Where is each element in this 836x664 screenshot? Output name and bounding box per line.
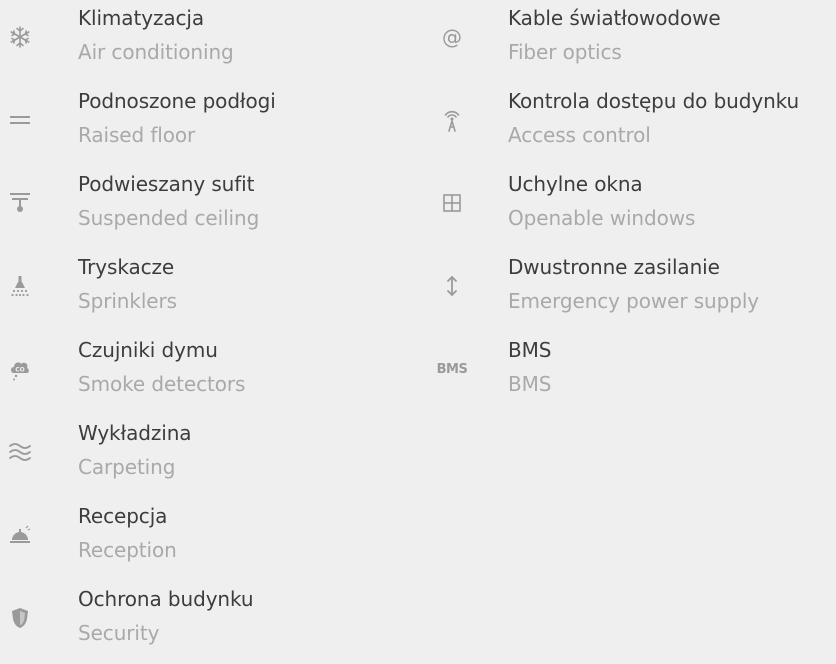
- amenity-name: Klimatyzacja: [78, 6, 205, 30]
- sprinkler-icon: [0, 269, 44, 303]
- amenity-name: Podwieszany sufit: [78, 172, 255, 196]
- amenity-air-conditioning: Klimatyzacja Air conditioning: [0, 0, 420, 83]
- shield-icon: [0, 601, 44, 635]
- amenity-emergency-power: Dwustronne zasilanie Emergency power sup…: [430, 249, 836, 332]
- amenity-translation: Smoke detectors: [78, 372, 246, 396]
- svg-text:CO: CO: [15, 367, 25, 374]
- amenity-security: Ochrona budynku Security: [0, 581, 420, 664]
- amenity-translation: Access control: [508, 123, 651, 147]
- snowflake-icon: [0, 20, 44, 54]
- amenity-translation: Emergency power supply: [508, 289, 760, 313]
- amenity-translation: Carpeting: [78, 455, 176, 479]
- reception-bell-icon: [0, 518, 44, 552]
- amenity-openable-windows: Uchylne okna Openable windows: [430, 166, 836, 249]
- amenity-translation: BMS: [508, 372, 552, 396]
- amenity-name: Podnoszone podłogi: [78, 89, 276, 113]
- amenity-translation: Security: [78, 621, 160, 645]
- antenna-icon: [428, 103, 476, 137]
- amenity-translation: Openable windows: [508, 206, 696, 230]
- amenities-right-column: @ Kable światłowodowe Fiber optics Kontr…: [430, 0, 836, 415]
- bms-icon-label: BMS: [436, 361, 468, 377]
- amenity-sprinklers: Tryskacze Sprinklers: [0, 249, 420, 332]
- amenity-translation: Reception: [78, 538, 177, 562]
- amenity-translation: Air conditioning: [78, 40, 234, 64]
- amenity-bms: BMS BMS BMS: [430, 332, 836, 415]
- amenity-reception: Recepcja Reception: [0, 498, 420, 581]
- carpet-waves-icon: [0, 435, 44, 469]
- smoke-detector-icon: CO: [0, 352, 44, 386]
- amenities-left-column: Klimatyzacja Air conditioning Podnoszone…: [0, 0, 420, 664]
- amenity-name: Kontrola dostępu do budynku: [508, 89, 800, 113]
- amenity-name: Uchylne okna: [508, 172, 643, 196]
- amenity-translation: Suspended ceiling: [78, 206, 260, 230]
- svg-text:@: @: [442, 25, 462, 49]
- amenity-fiber-optics: @ Kable światłowodowe Fiber optics: [430, 0, 836, 83]
- bms-icon: BMS: [428, 352, 476, 386]
- amenity-name: BMS: [508, 338, 552, 362]
- amenity-smoke-detectors: CO Czujniki dymu Smoke detectors: [0, 332, 420, 415]
- amenity-suspended-ceiling: Podwieszany sufit Suspended ceiling: [0, 166, 420, 249]
- up-down-arrow-icon: [428, 269, 476, 303]
- amenity-name: Tryskacze: [78, 255, 175, 279]
- window-icon: [428, 186, 476, 220]
- amenity-name: Dwustronne zasilanie: [508, 255, 720, 279]
- amenity-name: Ochrona budynku: [78, 587, 254, 611]
- amenity-name: Wykładzina: [78, 421, 192, 445]
- amenity-access-control: Kontrola dostępu do budynku Access contr…: [430, 83, 836, 166]
- amenity-translation: Raised floor: [78, 123, 196, 147]
- amenity-raised-floor: Podnoszone podłogi Raised floor: [0, 83, 420, 166]
- amenity-translation: Sprinklers: [78, 289, 177, 313]
- suspended-ceiling-icon: [0, 186, 44, 220]
- amenity-carpeting: Wykładzina Carpeting: [0, 415, 420, 498]
- amenity-name: Recepcja: [78, 504, 168, 528]
- amenity-name: Czujniki dymu: [78, 338, 218, 362]
- amenity-translation: Fiber optics: [508, 40, 622, 64]
- amenity-name: Kable światłowodowe: [508, 6, 721, 30]
- raised-floor-icon: [0, 103, 44, 137]
- at-sign-icon: @: [428, 20, 476, 54]
